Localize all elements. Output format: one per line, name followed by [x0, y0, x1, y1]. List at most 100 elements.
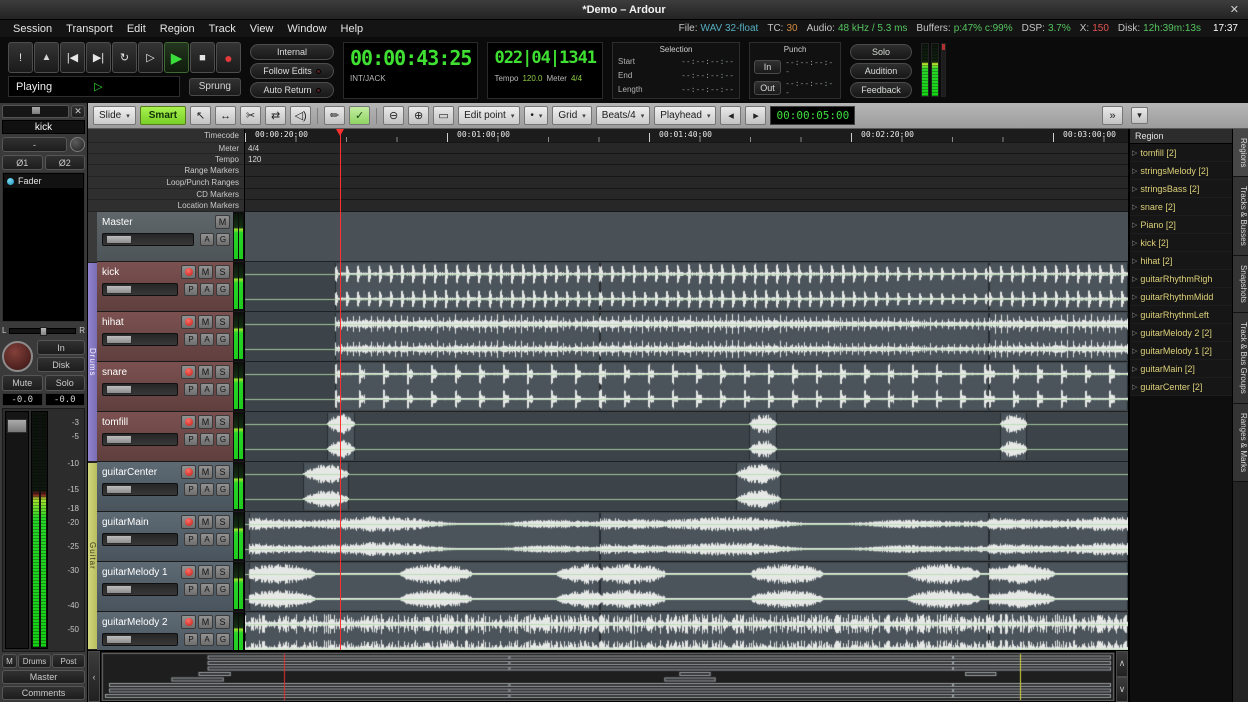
- track-name[interactable]: guitarCenter: [102, 467, 179, 478]
- strip-mute-button[interactable]: Mute: [2, 375, 43, 391]
- output-routing-button[interactable]: Master: [2, 670, 85, 684]
- playlist-button[interactable]: P: [184, 383, 198, 396]
- group-button[interactable]: G: [216, 583, 230, 596]
- expander-icon[interactable]: ▷: [1132, 221, 1137, 229]
- grid-unit-select[interactable]: Beats/4▾: [596, 106, 650, 125]
- playlist-button[interactable]: P: [184, 433, 198, 446]
- punch-in-button[interactable]: In: [754, 60, 781, 74]
- record-enable-button[interactable]: [181, 515, 196, 529]
- menu-region[interactable]: Region: [153, 23, 202, 35]
- zoom-out-button[interactable]: ⊖: [383, 106, 404, 125]
- sidebar-collapse-button[interactable]: ▾: [1131, 107, 1148, 124]
- toolbar-overflow-button[interactable]: »: [1102, 106, 1123, 125]
- processor-box[interactable]: Fader: [2, 172, 85, 322]
- nudge-backward-button[interactable]: ◂: [720, 106, 741, 125]
- meter-value[interactable]: 4/4: [571, 74, 582, 83]
- menu-edit[interactable]: Edit: [120, 23, 153, 35]
- phase-2-button[interactable]: Ø2: [45, 155, 86, 170]
- record-enable-button[interactable]: [181, 565, 196, 579]
- track-content-tomfill[interactable]: [245, 412, 1128, 462]
- mouse-mode-edit-button[interactable]: ✓: [349, 106, 370, 125]
- mouse-mode-stretch-button[interactable]: ⇄: [265, 106, 286, 125]
- ruler-label-timecode[interactable]: Timecode: [88, 129, 244, 143]
- expander-icon[interactable]: ▷: [1132, 383, 1137, 391]
- record-enable-button[interactable]: [181, 365, 196, 379]
- auto-return-toggle[interactable]: Auto Return: [250, 82, 334, 98]
- track-header-kick[interactable]: kick M S P A G: [97, 262, 233, 312]
- region-list-item[interactable]: ▷guitarMelody 1 [2]: [1130, 342, 1232, 360]
- region-list-item[interactable]: ▷kick [2]: [1130, 234, 1232, 252]
- expander-icon[interactable]: ▷: [1132, 203, 1137, 211]
- menu-session[interactable]: Session: [6, 23, 59, 35]
- group-button[interactable]: G: [216, 633, 230, 646]
- tab-snapshots[interactable]: Snapshots: [1233, 256, 1248, 313]
- grid-mode-select[interactable]: Grid▾: [552, 106, 591, 125]
- region-list-item[interactable]: ▷snare [2]: [1130, 198, 1232, 216]
- expander-icon[interactable]: ▷: [1132, 365, 1137, 373]
- smart-mode-toggle[interactable]: Smart: [140, 106, 186, 125]
- record-enable-button[interactable]: [181, 315, 196, 329]
- ruler-label-loop-punch[interactable]: Loop/Punch Ranges: [88, 177, 244, 189]
- menu-transport[interactable]: Transport: [59, 23, 120, 35]
- region-list-item[interactable]: ▷guitarMain [2]: [1130, 360, 1232, 378]
- track-header-hihat[interactable]: hihat M S P A G: [97, 312, 233, 362]
- region-list-item[interactable]: ▷hihat [2]: [1130, 252, 1232, 270]
- region-list-item[interactable]: ▷guitarRhythmRigh: [1130, 270, 1232, 288]
- track-content-guitarmelody2[interactable]: [245, 612, 1128, 650]
- ruler-label-tempo[interactable]: Tempo: [88, 154, 244, 165]
- region-list-item[interactable]: ▷guitarRhythmLeft: [1130, 306, 1232, 324]
- meter-ruler[interactable]: 4/4: [245, 143, 1128, 154]
- group-button[interactable]: G: [216, 533, 230, 546]
- group-button[interactable]: G: [216, 433, 230, 446]
- automation-button[interactable]: A: [200, 633, 214, 646]
- playlist-button[interactable]: P: [184, 533, 198, 546]
- expander-icon[interactable]: ▷: [1132, 149, 1137, 157]
- track-header-guitarmain[interactable]: guitarMain M S P A G: [97, 512, 233, 562]
- region-list-item[interactable]: ▷guitarMelody 2 [2]: [1130, 324, 1232, 342]
- region-list-item[interactable]: ▷tomfill [2]: [1130, 144, 1232, 162]
- trim-knob[interactable]: [70, 137, 85, 152]
- menu-help[interactable]: Help: [334, 23, 371, 35]
- region-list-item[interactable]: ▷stringsBass [2]: [1130, 180, 1232, 198]
- mouse-mode-grab-button[interactable]: ↖: [190, 106, 211, 125]
- track-content-kick[interactable]: [245, 262, 1128, 312]
- automation-button[interactable]: A: [200, 283, 214, 296]
- record-enable-button[interactable]: [181, 465, 196, 479]
- secondary-clock-time[interactable]: 022|04|1341: [494, 45, 596, 71]
- playlist-button[interactable]: P: [184, 583, 198, 596]
- ruler-label-range-markers[interactable]: Range Markers: [88, 165, 244, 177]
- mute-button[interactable]: M: [198, 465, 213, 479]
- nudge-clock[interactable]: 00:00:05:00: [770, 106, 855, 125]
- track-content-snare[interactable]: [245, 362, 1128, 412]
- region-list-item[interactable]: ▷Piano [2]: [1130, 216, 1232, 234]
- follow-edits-toggle[interactable]: Follow Edits: [250, 63, 334, 79]
- playlist-button[interactable]: P: [184, 283, 198, 296]
- group-button[interactable]: G: [216, 383, 230, 396]
- automation-button[interactable]: A: [200, 233, 214, 246]
- record-button[interactable]: ●: [216, 42, 241, 73]
- loop-button[interactable]: ↻: [112, 42, 137, 73]
- track-header-snare[interactable]: snare M S P A G: [97, 362, 233, 412]
- zoom-in-button[interactable]: ⊕: [408, 106, 429, 125]
- playhead[interactable]: [340, 129, 341, 650]
- group-button[interactable]: G: [216, 483, 230, 496]
- expander-icon[interactable]: ▷: [1132, 329, 1137, 337]
- track-fader[interactable]: [102, 333, 178, 346]
- track-fader[interactable]: [102, 483, 178, 496]
- phase-1-button[interactable]: Ø1: [2, 155, 43, 170]
- record-enable-button[interactable]: [181, 615, 196, 629]
- track-name[interactable]: tomfill: [102, 417, 179, 428]
- track-content-hihat[interactable]: [245, 312, 1128, 362]
- group-button[interactable]: G: [216, 283, 230, 296]
- track-fader[interactable]: [102, 633, 178, 646]
- track-name[interactable]: Master: [102, 217, 213, 228]
- gain-fader-handle[interactable]: [7, 419, 27, 433]
- go-to-start-button[interactable]: |◀: [60, 42, 85, 73]
- audition-button[interactable]: Audition: [850, 63, 912, 79]
- ruler-label-meter[interactable]: Meter: [88, 143, 244, 154]
- track-header-guitarmelody1[interactable]: guitarMelody 1 M S P A G: [97, 562, 233, 612]
- tab-tracks-busses[interactable]: Tracks & Busses: [1233, 177, 1248, 256]
- loop-punch-ruler[interactable]: [245, 177, 1128, 189]
- solo-button[interactable]: S: [215, 465, 230, 479]
- summary-scroll-left-button[interactable]: ‹: [88, 651, 100, 702]
